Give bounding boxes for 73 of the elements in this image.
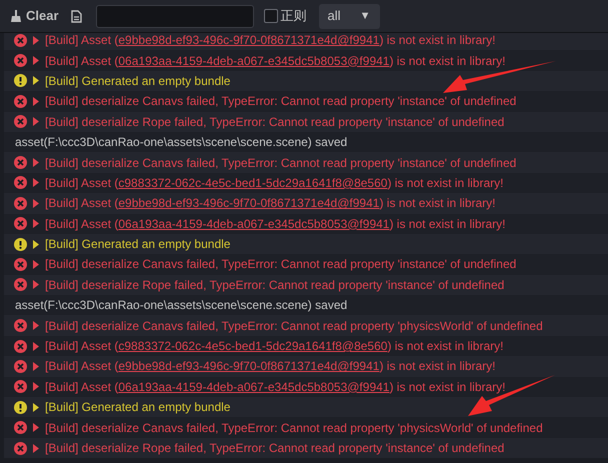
asset-link[interactable]: c9883372-062c-4e5c-bed1-5dc29a1641f8@8e560 [118,339,388,354]
asset-link[interactable]: c9883372-062c-4e5c-bed1-5dc29a1641f8@8e560 [118,176,388,190]
clear-button[interactable]: Clear [10,4,59,28]
expand-icon[interactable] [33,198,39,208]
error-icon [14,421,27,434]
log-message: [Build] Asset (06a193aa-4159-4deb-a067-e345dc5b8053@f9941) is not exist in library! [45,378,506,396]
asset-link[interactable]: e9bbe98d-ef93-496c-9f70-0f8671371e4d@f9941 [118,359,380,374]
log-message: [Build] Asset (e9bbe98d-ef93-496c-9f70-0f8671371e4d@f9941) is not exist in library! [45,33,496,50]
expand-icon[interactable] [33,260,39,269]
expand-icon[interactable] [33,423,39,432]
error-icon [14,319,27,332]
regex-label: 正则 [280,7,307,26]
error-icon [14,196,27,210]
expand-icon[interactable] [33,158,39,168]
warning-icon [14,74,27,88]
log-message: [Build] deserialize Canavs failed, TypeError: Cannot read property 'instance' of undefined [45,154,516,172]
log-message: [Build] deserialize Canavs failed, TypeError: Cannot read property 'instance' of undefined [45,256,516,274]
error-icon [14,360,27,373]
warning-icon [14,238,27,251]
asset-link[interactable]: e9bbe98d-ef93-496c-9f70-0f8671371e4d@f9941 [118,33,380,48]
log-message: [Build] Asset (c9883372-062c-4e5c-bed1-5dc29a1641f8@8e560) is not exist in library! [45,174,504,192]
log-message: [Build] deserialize Rope failed, TypeError: Cannot read property 'instance' of undefined [45,440,504,457]
search-field[interactable] [96,4,254,28]
log-message: [Build] deserialize Canavs failed, TypeError: Cannot read property 'physicsWorld' of undefined [45,318,543,335]
expand-icon[interactable] [33,219,39,228]
error-icon [14,258,27,271]
log-message: [Build] deserialize Canavs failed, TypeError: Cannot read property 'physicsWorld' of undefined [45,420,543,437]
regex-checkbox[interactable] [264,9,278,23]
expand-icon[interactable] [33,342,39,351]
expand-icon[interactable] [33,444,39,452]
asset-link[interactable]: 06a193aa-4159-4deb-a067-e345dc5b8053@f9941 [118,380,390,394]
log-message: [Build] Asset (06a193aa-4159-4deb-a067-e345dc5b8053@f9941) is not exist in library! [45,52,506,70]
asset-link[interactable]: e9bbe98d-ef93-496c-9f70-0f8671371e4d@f9941 [118,196,380,210]
error-icon [14,176,27,190]
asset-link[interactable]: 06a193aa-4159-4deb-a067-e345dc5b8053@f9941 [118,54,390,68]
level-dropdown[interactable]: all ▼ [318,4,380,28]
log-message: [Build] deserialize Rope failed, TypeError: Cannot read property 'instance' of undefined [45,114,504,131]
warning-icon [14,400,27,414]
expand-icon[interactable] [33,96,39,106]
log-message: [Build] Generated an empty bundle [45,236,230,254]
log-message: asset(F:\ccc3D\canRao-one\assets\scene\scene.scene) saved [15,297,348,314]
expand-icon[interactable] [33,117,39,126]
expand-icon[interactable] [33,76,39,86]
asset-link[interactable]: 06a193aa-4159-4deb-a067-e345dc5b8053@f9941 [118,216,390,231]
expand-icon[interactable] [33,321,39,330]
expand-icon[interactable] [33,178,39,188]
log-message: [Build] Asset (c9883372-062c-4e5c-bed1-5dc29a1641f8@8e560) is not exist in library! [45,338,504,356]
expand-icon[interactable] [33,36,39,45]
log-message: [Build] deserialize Canavs failed, TypeError: Cannot read property 'instance' of undefined [45,93,516,110]
error-icon [14,442,27,454]
log-message: [Build] Asset (06a193aa-4159-4deb-a067-e345dc5b8053@f9941) is not exist in library! [45,216,506,233]
log-message: [Build] Asset (e9bbe98d-ef93-496c-9f70-0f8671371e4d@f9941) is not exist in library! [45,358,496,376]
error-icon [14,94,27,108]
error-icon [14,380,27,394]
error-icon [14,217,27,230]
error-icon [14,340,27,353]
log-message: [Build] Generated an empty bundle [45,72,230,90]
error-icon [14,54,27,68]
error-icon [14,278,27,292]
expand-icon[interactable] [33,56,39,66]
error-icon [14,156,27,170]
error-icon [14,115,27,128]
file-icon[interactable] [70,10,82,22]
log-message: [Build] Generated an empty bundle [45,399,230,416]
expand-icon[interactable] [33,240,39,249]
expand-icon[interactable] [33,280,39,290]
broom-icon [10,9,22,23]
expand-icon[interactable] [33,382,39,392]
log-message: [Build] deserialize Rope failed, TypeError: Cannot read property 'instance' of undefined [45,276,504,294]
log-message: asset(F:\ccc3D\canRao-one\assets\scene\scene.scene) saved [15,134,348,152]
log-message: [Build] Asset (e9bbe98d-ef93-496c-9f70-0f8671371e4d@f9941) is not exist in library! [45,195,496,212]
expand-icon[interactable] [33,402,39,412]
expand-icon[interactable] [33,362,39,371]
